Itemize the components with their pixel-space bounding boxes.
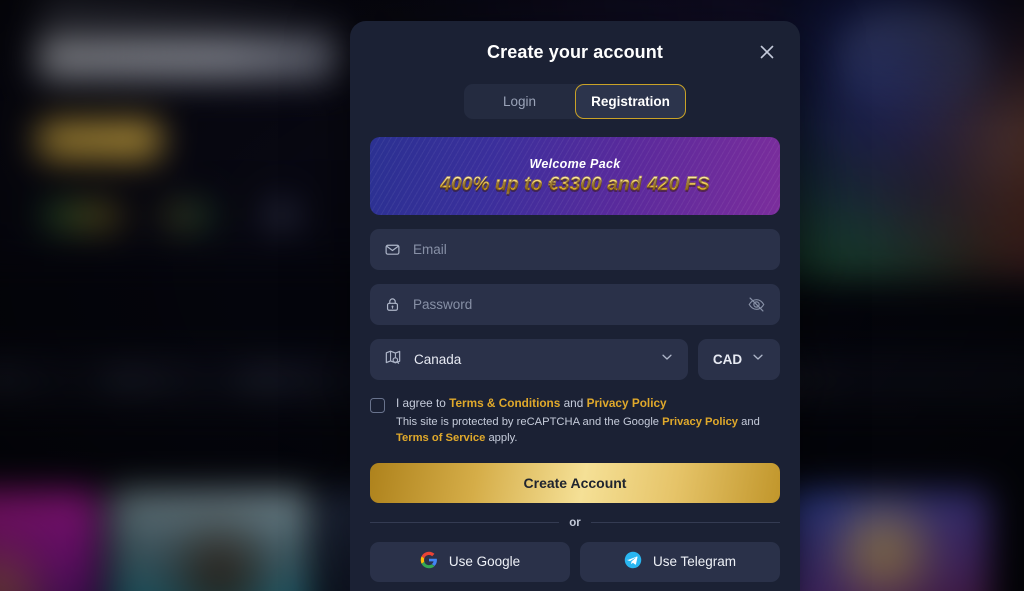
locale-selectors: Canada CAD [370,339,780,380]
terms-checkbox[interactable] [370,398,385,413]
country-select[interactable]: Canada [370,339,688,380]
agree-prefix: I agree to [396,396,450,410]
divider-rule-left [370,522,560,524]
country-value: Canada [414,352,462,367]
email-field[interactable] [370,229,780,270]
recaptcha-notice: This site is protected by reCAPTCHA and … [396,415,780,447]
modal-header: Create your account [370,21,780,83]
use-google-button[interactable]: Use Google [370,541,570,582]
divider: or [370,517,780,529]
auth-tabs-group: Login Registration [464,84,686,119]
background-hero-headline [38,32,338,78]
telegram-icon [624,551,642,572]
email-input[interactable] [413,242,766,257]
map-search-icon [384,348,402,371]
divider-rule-right [590,522,780,524]
background-hero-photo [774,0,1024,280]
google-icon [420,551,438,572]
background-hero-eyebrow [40,0,340,16]
eye-off-icon[interactable] [747,295,766,314]
registration-modal: Create your account Login Registration W… [350,21,800,591]
agree-and: and [560,396,587,410]
recaptcha-suffix: apply. [485,431,518,444]
promo-headline: 400% up to €3300 and 420 FS [440,173,710,195]
background-game-tile [110,491,310,591]
recaptcha-prefix: This site is protected by reCAPTCHA and … [396,415,663,428]
background-game-tile [780,491,990,591]
background-hero-cta [38,120,160,160]
use-google-label: Use Google [448,554,521,570]
background-777-graphic [837,6,988,117]
background-payment-chips [44,203,304,229]
consent-block: I agree to Terms & Conditions and Privac… [370,396,780,447]
password-field[interactable] [370,284,780,325]
chevron-down-icon [660,350,674,369]
welcome-pack-banner: Welcome Pack 400% up to €3300 and 420 FS [370,137,780,215]
envelope-icon [384,241,401,258]
consent-text: I agree to Terms & Conditions and Privac… [396,396,780,447]
chevron-down-icon [751,350,765,369]
close-icon[interactable] [754,39,780,65]
background-game-tile [0,491,98,591]
tab-registration[interactable]: Registration [575,84,686,119]
currency-value: CAD [712,352,743,367]
page-title: Create your account [487,41,663,62]
google-terms-link[interactable]: Terms of Service [396,432,485,444]
tab-login[interactable]: Login [464,84,575,119]
use-telegram-label: Use Telegram [652,554,737,570]
terms-agreement-line: I agree to Terms & Conditions and Privac… [396,396,780,412]
recaptcha-and: and [738,415,760,428]
terms-link[interactable]: Terms & Conditions [449,396,560,410]
create-account-button[interactable]: Create Account [370,462,780,503]
password-input[interactable] [413,297,747,312]
divider-label: or [569,516,581,529]
lock-icon [384,296,401,313]
social-login-row: Use Google Use Telegram [370,541,780,582]
currency-select[interactable]: CAD [698,339,780,380]
use-telegram-button[interactable]: Use Telegram [580,541,780,582]
promo-subtitle: Welcome Pack [529,156,621,171]
privacy-link[interactable]: Privacy Policy [587,396,667,410]
auth-tabs: Login Registration [370,84,780,119]
google-privacy-link[interactable]: Privacy Policy [662,416,738,428]
